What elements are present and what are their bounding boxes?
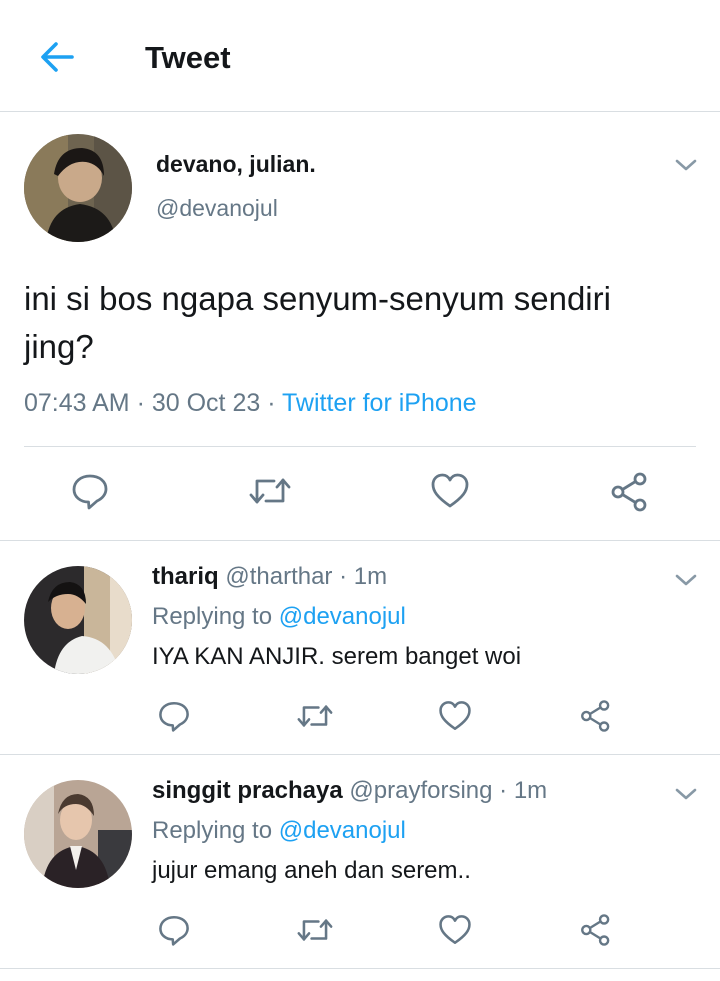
share-icon[interactable] [609,471,651,513]
avatar[interactable] [24,780,132,888]
reply-time: · 1m [332,563,388,590]
main-tweet: devano, julian. @devanojul ini si bos ng… [0,113,720,541]
replying-to-label: Replying to [152,603,279,630]
tweet-time: 07:43 AM [24,389,130,417]
meta-separator: · [129,389,152,417]
retweet-icon[interactable] [296,699,334,733]
author-name[interactable]: singgit prachaya [152,777,343,804]
author-handle[interactable]: @tharthar [225,563,332,590]
replying-to-link[interactable]: @devanojul [279,817,406,844]
author-name[interactable]: devano, julian. [156,151,316,178]
like-icon[interactable] [438,913,472,947]
chevron-down-icon[interactable] [673,571,699,589]
chevron-down-icon[interactable] [673,785,699,803]
author-handle[interactable]: @prayforsing [349,777,492,804]
replying-to: Replying to @devanojul [152,817,406,845]
like-icon[interactable] [430,471,470,511]
retweet-icon[interactable] [296,913,334,947]
retweet-icon[interactable] [248,471,292,511]
reply-time: · 1m [492,777,548,804]
tweet-source-link[interactable]: Twitter for iPhone [282,389,477,417]
reply-header: thariq @tharthar · 1m [152,563,387,591]
share-icon[interactable] [579,913,613,947]
back-arrow-icon[interactable] [36,36,78,78]
tweet-date: 30 Oct 23 [151,389,261,417]
replying-to: Replying to @devanojul [152,603,406,631]
divider [24,446,696,447]
reply-text: IYA KAN ANJIR. serem banget woi [152,643,522,670]
reply-icon[interactable] [157,913,191,947]
reply-text: jujur emang aneh dan serem.. [152,857,471,884]
reply-tweet[interactable]: thariq @tharthar · 1m Replying to @devan… [0,541,720,755]
tweet-metadata: 07:43 AM · 30 Oct 23 · Twitter for iPhon… [24,389,477,418]
author-handle[interactable]: @devanojul [156,195,278,222]
reply-icon[interactable] [70,471,110,511]
meta-separator: · [260,389,283,417]
chevron-down-icon[interactable] [673,156,699,174]
like-icon[interactable] [438,699,472,733]
avatar[interactable] [24,566,132,674]
replying-to-label: Replying to [152,817,279,844]
top-bar: Tweet [0,0,720,112]
avatar[interactable] [24,134,132,242]
replying-to-link[interactable]: @devanojul [279,603,406,630]
reply-tweet[interactable]: singgit prachaya @prayforsing · 1m Reply… [0,755,720,969]
tweet-text: ini si bos ngapa senyum-senyum sendiri j… [24,280,611,365]
page-title: Tweet [145,40,231,75]
reply-header: singgit prachaya @prayforsing · 1m [152,777,547,805]
reply-icon[interactable] [157,699,191,733]
share-icon[interactable] [579,699,613,733]
author-name[interactable]: thariq [152,563,219,590]
